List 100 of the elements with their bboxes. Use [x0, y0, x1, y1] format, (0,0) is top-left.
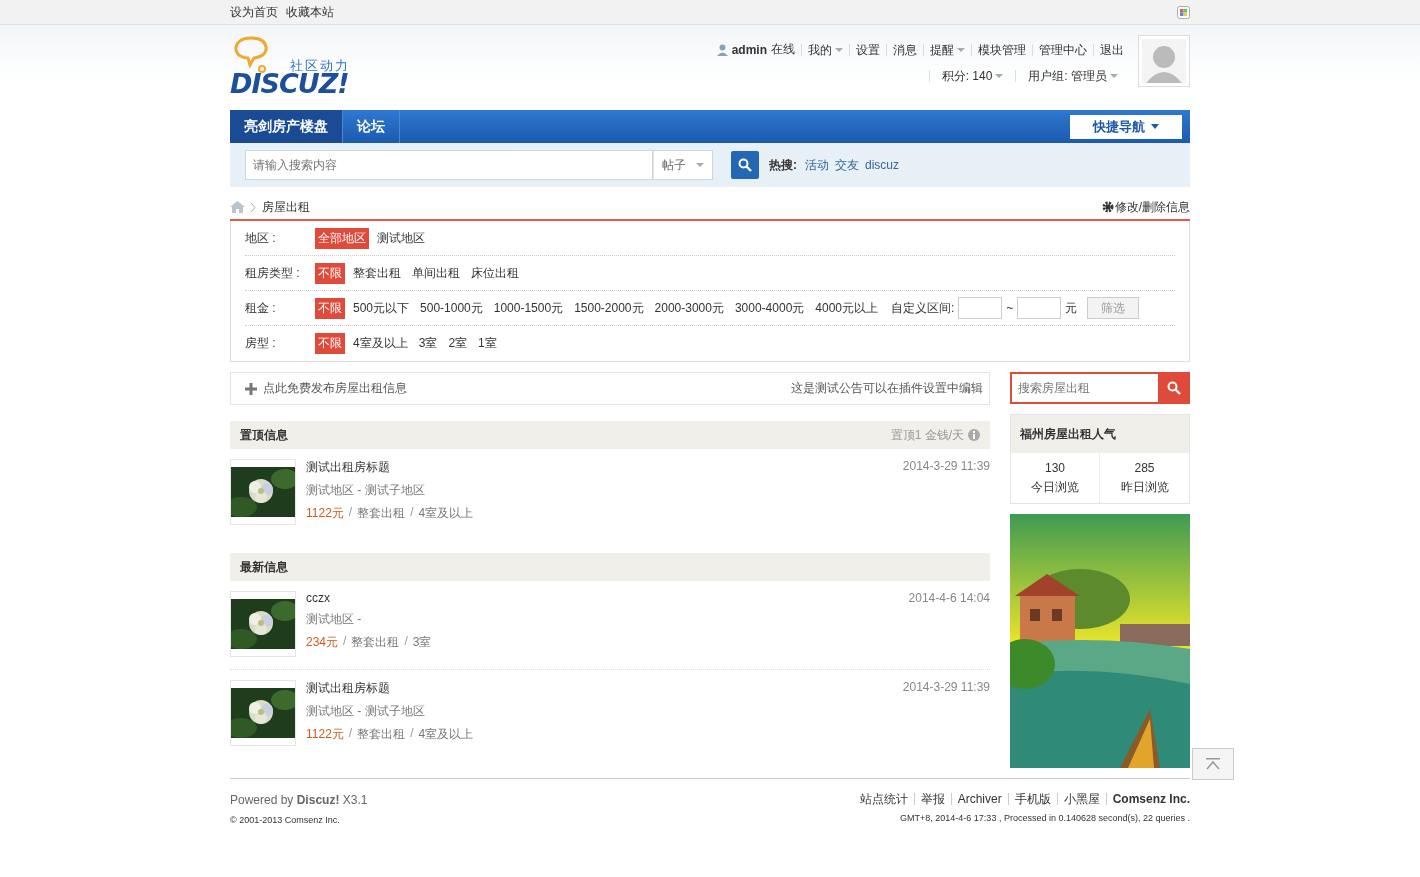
listing-title[interactable]: 测试出租房标题 — [306, 459, 903, 476]
plus-icon — [245, 382, 257, 395]
back-to-top-icon — [1205, 757, 1221, 771]
section-title: 置顶信息 — [240, 426, 288, 444]
section-title: 最新信息 — [240, 558, 288, 576]
min-rent-field[interactable] — [958, 297, 1003, 319]
copyright-text: © 2001-2013 Comsenz Inc. — [230, 815, 341, 825]
separator: / — [348, 726, 353, 742]
back-to-top-button[interactable] — [1192, 748, 1234, 780]
user-menu-link[interactable]: 我的 — [801, 43, 849, 56]
hot-search-link[interactable]: 活动 — [805, 156, 829, 174]
top-link[interactable]: 收藏本站 — [286, 3, 334, 21]
listing-thumbnail[interactable] — [230, 680, 296, 746]
top-link[interactable]: 设为首页 — [230, 3, 278, 21]
footer-link[interactable]: Comsenz Inc. — [1105, 793, 1190, 805]
filter-option[interactable]: 1000-1500元 — [490, 297, 567, 319]
search-type-select[interactable]: 帖子 — [653, 150, 713, 180]
search-field[interactable]: 请输入搜索内容 — [245, 150, 653, 180]
separator: / — [343, 634, 347, 650]
listing-type: 整套出租 — [357, 726, 406, 743]
filter-option[interactable]: 500-1000元 — [417, 297, 486, 319]
footer-link[interactable]: 小黑屋 — [1056, 793, 1106, 805]
avatar[interactable] — [1138, 35, 1190, 87]
unit-label: 元 — [1065, 299, 1078, 317]
filter-option[interactable]: 500元以下 — [350, 297, 413, 319]
footer-info: GMT+8, 2014-4-6 17:33 , Processed in 0.140628 second(s), 22 queries . — [900, 813, 1190, 823]
listing-area: 测试地区 - — [306, 611, 909, 628]
listing-thumbnail[interactable] — [230, 591, 296, 657]
sidebar-search-field[interactable]: 搜索房屋出租 — [1010, 372, 1158, 404]
username-link[interactable]: admin — [731, 42, 767, 57]
footer-link[interactable]: 站点统计 — [853, 793, 914, 805]
listing-title[interactable]: cczx — [306, 591, 909, 605]
nav-tab[interactable]: 亮剑房产楼盘 — [230, 110, 343, 143]
filter-option[interactable]: 不限 — [315, 333, 345, 354]
online-status: 在线 — [771, 41, 795, 58]
stat-label: 昨日浏览 — [1119, 479, 1170, 496]
stat-value: 285 — [1133, 460, 1156, 477]
footer-link[interactable]: 手机版 — [1007, 793, 1057, 805]
post-listing-link[interactable]: 点此免费发布房屋出租信息 — [245, 380, 407, 397]
hot-search-label: 热搜: — [769, 156, 797, 174]
quick-nav-button[interactable]: 快捷导航 — [1070, 114, 1182, 139]
filter-option[interactable]: 3室 — [415, 333, 441, 354]
range-separator: ~ — [1006, 301, 1014, 315]
user-menu-link[interactable]: 消息 — [886, 43, 923, 56]
breadcrumb-current: 房屋出租 — [262, 198, 310, 216]
filter-option[interactable]: 4室及以上 — [350, 333, 411, 354]
hot-search-link[interactable]: 交友 — [835, 156, 859, 174]
user-menu-link[interactable]: 管理中心 — [1032, 43, 1093, 56]
edit-link[interactable]: 修改/删除信息 — [1101, 198, 1190, 216]
filter-label: 地区 : — [245, 229, 277, 247]
user-icon — [716, 43, 728, 56]
user-stat-link[interactable]: 积分: 140 — [928, 70, 1016, 82]
search-icon — [1167, 381, 1181, 395]
logo[interactable]: 社区动力 DISCUZ! — [230, 35, 360, 105]
filter-option[interactable]: 不限 — [315, 262, 345, 284]
hot-search-link[interactable]: discuz — [865, 158, 899, 172]
filter-option[interactable]: 4000元以上 — [812, 297, 881, 319]
custom-range-label: 自定义区间: — [891, 299, 955, 317]
filter-option[interactable]: 2000-3000元 — [651, 297, 727, 319]
listing-title[interactable]: 测试出租房标题 — [306, 680, 903, 697]
filter-option[interactable]: 不限 — [315, 297, 345, 319]
chevron-icon — [251, 202, 256, 212]
filter-label: 租房类型 : — [245, 264, 301, 282]
search-button[interactable] — [731, 151, 759, 179]
footer-link[interactable]: 举报 — [913, 793, 951, 805]
stat-label: 今日浏览 — [1030, 479, 1080, 496]
footer-link[interactable]: Archiver — [950, 793, 1008, 805]
listing-type: 整套出租 — [351, 634, 400, 651]
listing-date: 2014-3-29 11:39 — [902, 459, 990, 475]
user-menu-link[interactable]: 模块管理 — [971, 43, 1032, 56]
listing-price: 234元 — [306, 634, 339, 651]
sidebar-search-button[interactable] — [1158, 372, 1190, 404]
filter-option[interactable]: 测试地区 — [374, 227, 428, 249]
separator: / — [410, 726, 414, 742]
separator: / — [410, 505, 414, 521]
filter-option[interactable]: 床位出租 — [468, 262, 522, 284]
user-menu-link[interactable]: 设置 — [849, 43, 886, 56]
info-icon[interactable] — [968, 429, 980, 441]
filter-option[interactable]: 全部地区 — [315, 227, 369, 249]
listing-type: 整套出租 — [357, 505, 406, 522]
search-icon — [738, 158, 752, 172]
filter-option[interactable]: 整套出租 — [350, 262, 404, 284]
filter-option[interactable]: 单间出租 — [409, 262, 463, 284]
user-stat-link[interactable]: 用户组: 管理员 — [1015, 70, 1130, 82]
home-icon[interactable] — [230, 201, 245, 213]
listing-thumbnail[interactable] — [230, 459, 296, 525]
separator: / — [348, 505, 353, 521]
user-menu-link[interactable]: 退出 — [1093, 43, 1130, 56]
filter-option[interactable]: 3000-4000元 — [731, 297, 808, 319]
palette-icon[interactable] — [1177, 5, 1190, 19]
max-rent-field[interactable] — [1017, 297, 1062, 319]
filter-option[interactable]: 1室 — [475, 333, 500, 354]
listing-area: 测试地区 - 测试子地区 — [306, 703, 903, 720]
listing-date: 2014-4-6 14:04 — [908, 591, 990, 607]
listing-area: 测试地区 - 测试子地区 — [306, 482, 903, 499]
filter-label: 租金 : — [245, 299, 277, 317]
listing-date: 2014-3-29 11:39 — [902, 680, 990, 696]
filter-option[interactable]: 1500-2000元 — [571, 297, 647, 319]
filter-option[interactable]: 2室 — [445, 333, 471, 354]
user-menu-link[interactable]: 提醒 — [923, 43, 971, 56]
